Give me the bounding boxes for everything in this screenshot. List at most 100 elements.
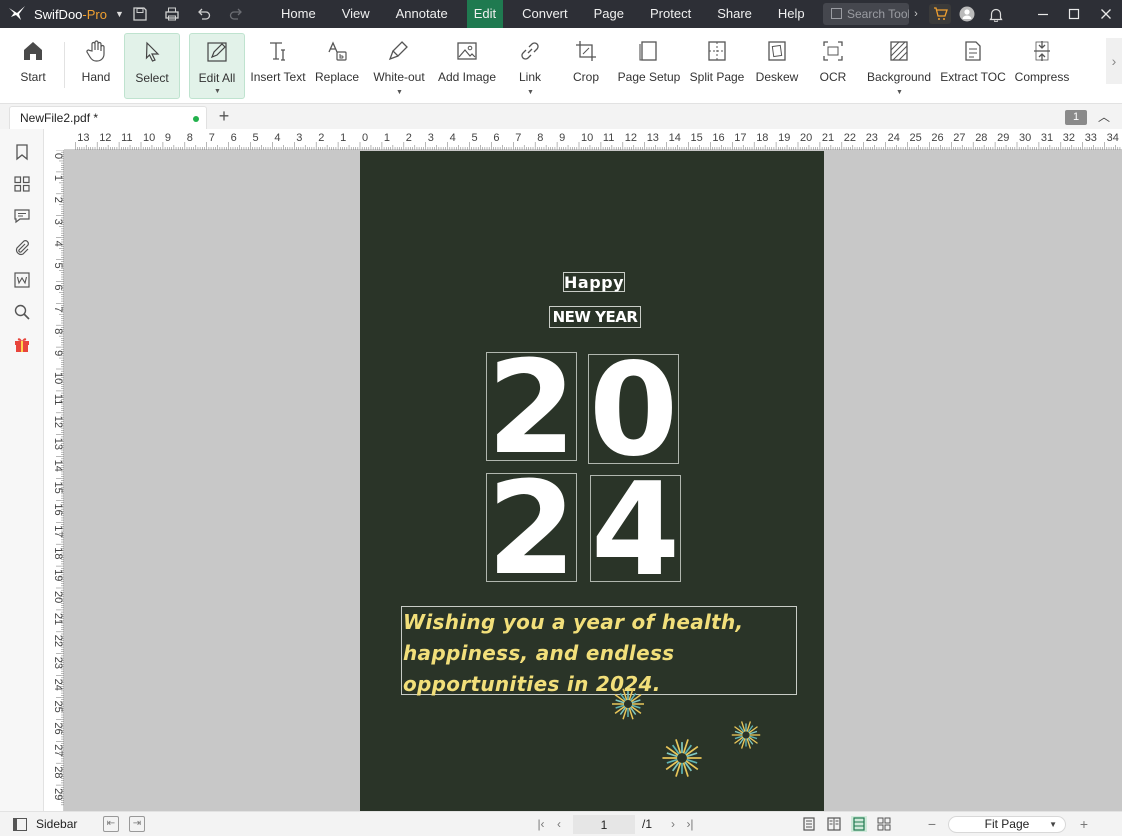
- next-view-icon[interactable]: ⇥: [129, 816, 145, 832]
- two-page-view-icon[interactable]: [826, 816, 842, 832]
- word-convert-icon[interactable]: [11, 269, 33, 291]
- document-canvas[interactable]: Happy NEW YEAR 2 0 2 4 Wishing you a yea…: [64, 150, 1122, 811]
- crop-button[interactable]: Crop: [564, 33, 608, 99]
- year-digit-box[interactable]: 2: [486, 352, 577, 461]
- last-page-icon[interactable]: ›|: [682, 816, 698, 832]
- previous-view-icon[interactable]: ⇤: [103, 816, 119, 832]
- first-page-icon[interactable]: |‹: [533, 816, 549, 832]
- bell-icon[interactable]: [985, 4, 1007, 24]
- new-year-text-box[interactable]: NEW YEAR: [549, 306, 641, 328]
- white-out-button[interactable]: White-out ▼: [370, 33, 428, 99]
- minimize-button[interactable]: [1027, 0, 1059, 28]
- ruler-label: 17: [52, 525, 64, 537]
- menu-edit[interactable]: Edit: [466, 0, 504, 28]
- undo-icon: [198, 8, 211, 20]
- zoom-in-icon[interactable]: +: [1076, 816, 1092, 832]
- ruler-label: 34: [1107, 132, 1119, 144]
- ruler-label: 6: [493, 132, 499, 144]
- save-button[interactable]: [124, 0, 156, 28]
- app-menu-chevron-down-icon[interactable]: ▼: [115, 9, 124, 19]
- gift-icon[interactable]: [11, 333, 33, 355]
- background-chevron-down-icon[interactable]: ▼: [896, 89, 903, 96]
- close-button[interactable]: [1090, 0, 1122, 28]
- ruler-label: 16: [712, 132, 724, 144]
- redo-button[interactable]: [220, 0, 252, 28]
- grid-view-icon[interactable]: [876, 816, 892, 832]
- title-bar: SwifDoo -Pro ▼ Home View Annotate Edit Co…: [0, 0, 1122, 28]
- ribbon-scroll-right-chevron-icon[interactable]: ›: [1106, 38, 1122, 84]
- menu-convert[interactable]: Convert: [509, 0, 581, 28]
- ruler-label: 11: [52, 394, 64, 405]
- edit-all-button[interactable]: Edit All ▼: [189, 33, 245, 99]
- bookmark-icon[interactable]: [11, 141, 33, 163]
- pdf-page[interactable]: Happy NEW YEAR 2 0 2 4 Wishing you a yea…: [360, 151, 824, 811]
- start-button[interactable]: Start: [13, 33, 53, 99]
- happy-text-box[interactable]: Happy: [563, 272, 625, 292]
- print-button[interactable]: [156, 0, 188, 28]
- menu-share[interactable]: Share: [704, 0, 765, 28]
- background-button[interactable]: Background ▼: [864, 33, 934, 99]
- single-page-view-icon[interactable]: [801, 816, 817, 832]
- search-expand-chevron-icon[interactable]: ›: [910, 3, 922, 25]
- edit-all-chevron-down-icon[interactable]: ▼: [214, 88, 221, 95]
- link-chevron-down-icon[interactable]: ▼: [527, 89, 534, 96]
- collapse-ribbon-chevron-up-icon[interactable]: ︿: [1096, 108, 1112, 124]
- ruler-label: 10: [52, 372, 64, 384]
- ruler-label: 3: [428, 132, 434, 144]
- extract-toc-button[interactable]: Extract TOC: [940, 33, 1006, 99]
- ruler-label: 7: [515, 132, 521, 144]
- year-digit-box[interactable]: 4: [590, 475, 681, 582]
- link-button[interactable]: Link ▼: [508, 33, 552, 99]
- user-avatar-icon[interactable]: [956, 4, 978, 24]
- year-digit-box[interactable]: 2: [486, 473, 577, 582]
- extract-toc-icon: [961, 38, 985, 64]
- hand-button[interactable]: Hand: [74, 33, 118, 99]
- search-icon[interactable]: [11, 301, 33, 323]
- comments-icon[interactable]: [11, 205, 33, 227]
- page-setup-button[interactable]: Page Setup: [617, 33, 681, 99]
- edit-ribbon: Start Hand Select Edit All ▼ Insert Text…: [0, 28, 1122, 104]
- edit-icon: [205, 39, 229, 65]
- cart-icon[interactable]: [929, 4, 951, 24]
- zoom-select[interactable]: Fit Page ▼: [948, 816, 1066, 833]
- maximize-button[interactable]: [1058, 0, 1090, 28]
- insert-text-button[interactable]: Insert Text: [250, 33, 306, 99]
- deskew-button[interactable]: Deskew: [754, 33, 800, 99]
- menu-protect[interactable]: Protect: [637, 0, 704, 28]
- ruler-label: 24: [52, 679, 64, 691]
- page-number-input[interactable]: [573, 815, 635, 834]
- ruler-label: 24: [888, 132, 900, 144]
- split-page-button[interactable]: Split Page: [688, 33, 746, 99]
- ruler-label: 19: [778, 132, 790, 144]
- undo-button[interactable]: [188, 0, 220, 28]
- document-tab[interactable]: NewFile2.pdf *: [9, 106, 207, 129]
- status-bar: Sidebar ⇤ ⇥ |‹ ‹ /1 › ›| − Fit Page ▼ +: [0, 811, 1122, 836]
- sidebar-toggle-button[interactable]: Sidebar: [13, 817, 77, 831]
- search-tools-input[interactable]: Search Tools: [823, 3, 909, 25]
- menu-page[interactable]: Page: [581, 0, 637, 28]
- select-button[interactable]: Select: [124, 33, 180, 99]
- menu-annotate[interactable]: Annotate: [383, 0, 461, 28]
- attachment-icon[interactable]: [11, 237, 33, 259]
- compress-button[interactable]: Compress: [1013, 33, 1071, 99]
- ruler-label: 26: [52, 722, 64, 734]
- background-label: Background: [866, 70, 932, 84]
- year-digit-box[interactable]: 0: [588, 354, 679, 464]
- add-tab-plus-icon[interactable]: +: [215, 105, 233, 127]
- replace-button[interactable]: Replace: [314, 33, 360, 99]
- menu-help[interactable]: Help: [765, 0, 818, 28]
- add-image-button[interactable]: Add Image: [436, 33, 498, 99]
- ruler-label: 2: [406, 132, 412, 144]
- menu-view[interactable]: View: [329, 0, 383, 28]
- white-out-chevron-down-icon[interactable]: ▼: [396, 89, 403, 96]
- next-page-icon[interactable]: ›: [665, 816, 681, 832]
- zoom-out-icon[interactable]: −: [924, 816, 940, 832]
- ruler-label: 16: [52, 503, 64, 515]
- continuous-scroll-view-icon[interactable]: [851, 816, 867, 832]
- app-brand[interactable]: SwifDoo -Pro ▼: [0, 5, 124, 23]
- ocr-button[interactable]: OCR: [812, 33, 854, 99]
- previous-page-icon[interactable]: ‹: [551, 816, 567, 832]
- greeting-text-box[interactable]: Wishing you a year of health, happiness,…: [401, 606, 797, 696]
- thumbnails-icon[interactable]: [11, 173, 33, 195]
- menu-home[interactable]: Home: [268, 0, 329, 28]
